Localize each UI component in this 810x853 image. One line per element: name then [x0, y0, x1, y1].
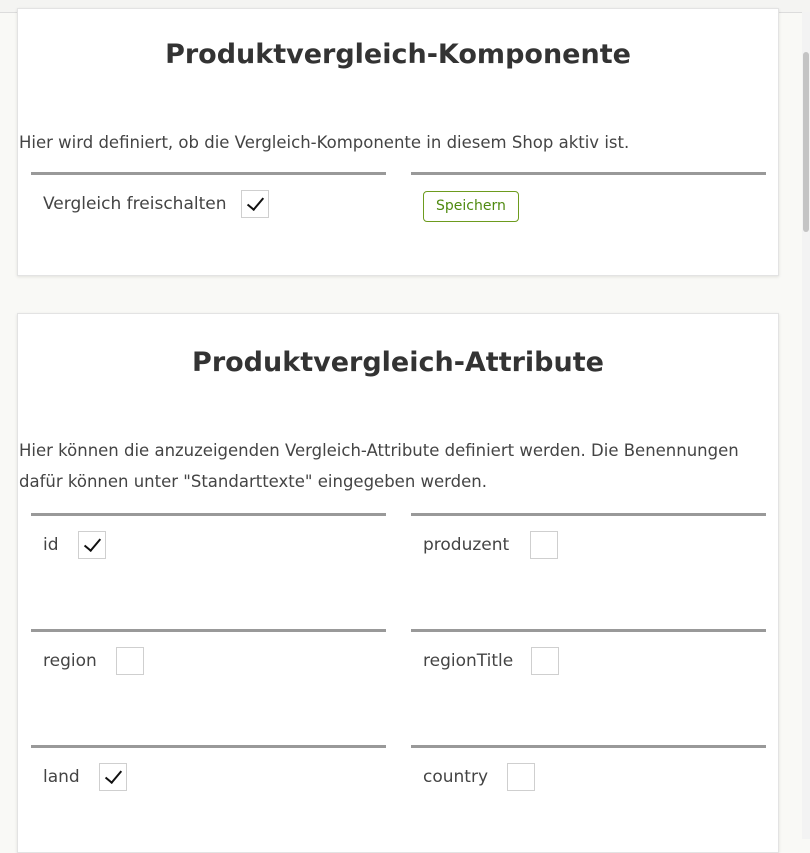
card-title: Produktvergleich-Attribute	[192, 347, 604, 378]
checkmark-icon	[104, 765, 123, 785]
attribute-regiontitle: regionTitle	[411, 629, 766, 729]
attribute-label: region	[43, 651, 97, 671]
save-button[interactable]: Speichern	[423, 191, 519, 222]
checkmark-icon	[246, 192, 265, 212]
card-title: Produktvergleich-Komponente	[165, 39, 631, 70]
attribute-land: land	[31, 745, 386, 845]
enable-compare-checkbox[interactable]	[241, 190, 269, 218]
attribute-region-checkbox[interactable]	[116, 647, 144, 675]
attribute-label: land	[43, 767, 80, 787]
page-scrollbar[interactable]	[802, 12, 810, 839]
attribute-country: country	[411, 745, 766, 845]
save-field: Speichern	[411, 172, 766, 272]
attribute-label: regionTitle	[423, 651, 514, 671]
attribute-produzent-checkbox[interactable]	[530, 531, 558, 559]
attribute-land-checkbox[interactable]	[99, 763, 127, 791]
enable-compare-field: Vergleich freischalten	[31, 172, 386, 272]
compare-component-card: Produktvergleich-Komponente Hier wird de…	[17, 8, 779, 276]
attribute-id-checkbox[interactable]	[78, 531, 106, 559]
attribute-label: produzent	[423, 535, 510, 555]
attribute-label: id	[43, 535, 59, 555]
attribute-region: region	[31, 629, 386, 729]
attribute-produzent: produzent	[411, 513, 766, 613]
attribute-regiontitle-checkbox[interactable]	[531, 647, 559, 675]
attribute-country-checkbox[interactable]	[507, 763, 535, 791]
compare-attributes-card: Produktvergleich-Attribute Hier können d…	[17, 313, 779, 853]
card-description: Hier wird definiert, ob die Vergleich-Ko…	[19, 133, 630, 152]
scrollbar-thumb[interactable]	[803, 52, 809, 232]
attribute-label: country	[423, 767, 489, 787]
checkmark-icon	[83, 533, 102, 553]
attribute-id: id	[31, 513, 386, 613]
enable-compare-label: Vergleich freischalten	[43, 194, 227, 214]
card-description: Hier können die anzuzeigenden Vergleich-…	[19, 441, 739, 491]
